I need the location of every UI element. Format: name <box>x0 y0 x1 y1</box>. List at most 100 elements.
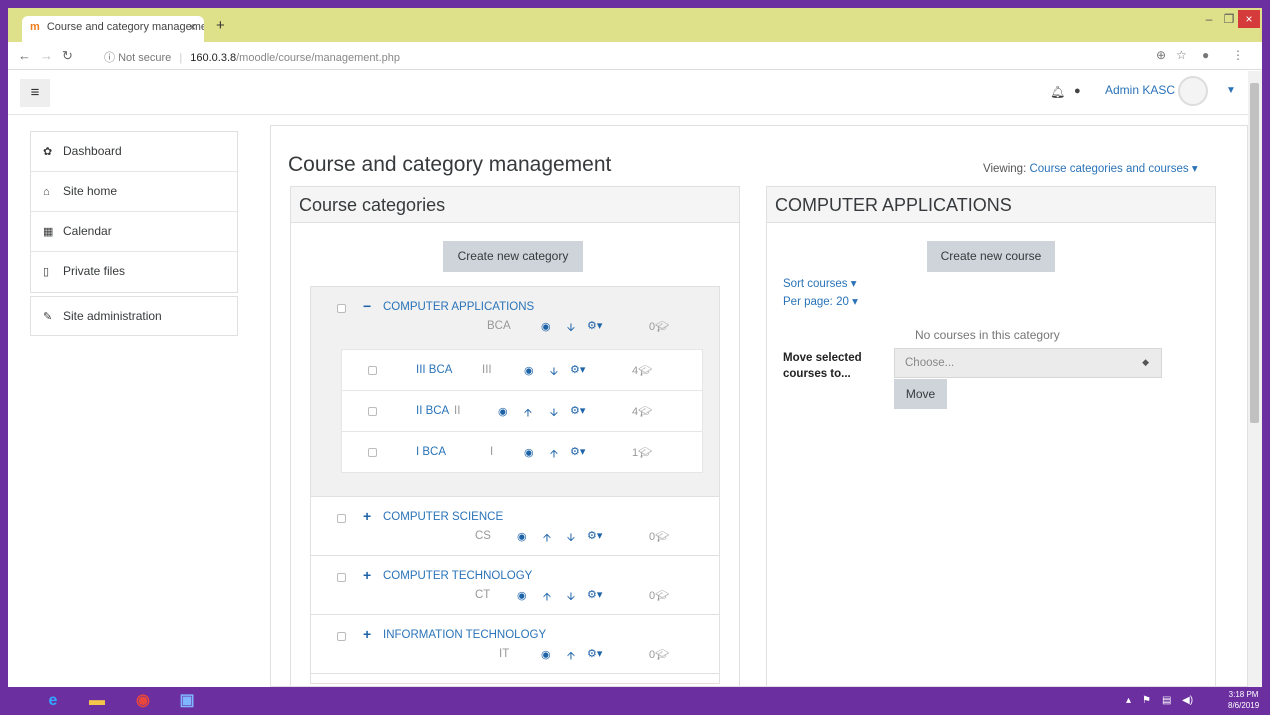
user-menu-caret-icon[interactable]: ▼ <box>1226 85 1236 96</box>
create-new-course-button[interactable]: Create new course <box>927 241 1055 272</box>
viewing-selector[interactable]: Viewing: Course categories and courses ▾ <box>983 161 1198 175</box>
left-nav-drawer: ✿ Dashboard ⌂ Site home ▦ Calendar ▯ Private… <box>30 131 238 293</box>
clock-date: 8/6/2019 <box>1228 701 1260 710</box>
url-field[interactable]: ⓘ Not secure | 160.0.3.8/moodle/course/m… <box>104 49 400 65</box>
subcategory-list: III BCA III ◉ 🡫 ⚙▾ 4🎓︎ II BCA II ◉ 🡩 🡫 ⚙… <box>341 349 703 473</box>
course-categories-heading: Course categories <box>291 187 739 223</box>
gear-icon[interactable]: ⚙▾ <box>570 445 585 458</box>
eye-icon[interactable]: ◉ <box>541 648 551 661</box>
page-scrollbar-thumb[interactable] <box>1250 83 1259 423</box>
gear-icon[interactable]: ⚙▾ <box>570 363 585 376</box>
subcategory-name[interactable]: I BCA <box>416 446 446 458</box>
eye-icon[interactable]: ◉ <box>524 446 534 459</box>
drawer-toggle-button[interactable]: ≡ <box>20 79 50 107</box>
eye-icon[interactable]: ◉ <box>524 364 534 377</box>
eye-icon[interactable]: ◉ <box>541 320 551 333</box>
arrow-up-icon[interactable]: 🡩 <box>543 588 551 607</box>
nav-item-label: Site home <box>63 184 118 198</box>
category-name[interactable]: INFORMATION TECHNOLOGY <box>383 629 546 641</box>
expand-plus-icon[interactable]: + <box>363 567 371 583</box>
profile-icon[interactable]: ● <box>1202 48 1209 62</box>
forward-icon[interactable]: → <box>40 48 53 63</box>
arrow-up-icon[interactable]: 🡩 <box>550 445 558 464</box>
subcategory-name[interactable]: III BCA <box>416 364 452 376</box>
sort-courses-dropdown[interactable]: Sort courses ▾ <box>783 276 857 290</box>
viewing-value[interactable]: Course categories and courses <box>1029 163 1188 175</box>
course-count: 0🎓︎ <box>649 530 669 543</box>
tray-volume-icon[interactable]: ◀) <box>1182 695 1193 706</box>
arrow-down-icon[interactable]: 🡫 <box>567 319 575 338</box>
subcategory-name[interactable]: II BCA <box>416 405 449 417</box>
tab-close-icon[interactable]: × <box>189 20 196 34</box>
expand-plus-icon[interactable]: + <box>363 626 371 642</box>
create-new-category-button[interactable]: Create new category <box>443 241 583 272</box>
subcategory-checkbox[interactable] <box>368 407 377 416</box>
calendar-icon: ▦ <box>43 226 54 238</box>
per-page-dropdown[interactable]: Per page: 20 ▾ <box>783 294 858 308</box>
eye-icon[interactable]: ◉ <box>517 530 527 543</box>
collapse-minus-icon[interactable]: − <box>363 298 371 314</box>
back-icon[interactable]: ← <box>18 48 31 63</box>
nav-item-site-administration[interactable]: ✎ Site administration <box>30 296 238 336</box>
arrow-down-icon[interactable]: 🡫 <box>567 588 575 607</box>
zoom-icon[interactable]: ⊕ <box>1156 48 1166 62</box>
user-name[interactable]: Admin KASC <box>1105 83 1175 97</box>
graduation-cap-icon: 🎓︎ <box>655 321 670 333</box>
category-list: − COMPUTER APPLICATIONS BCA ◉ 🡫 ⚙▾ 0🎓︎ I… <box>310 286 720 684</box>
nav-item-calendar[interactable]: ▦ Calendar <box>31 212 237 252</box>
category-checkbox[interactable] <box>337 514 346 523</box>
maximize-button[interactable]: ❐ <box>1220 10 1238 28</box>
minimize-button[interactable]: – <box>1198 10 1220 28</box>
move-button[interactable]: Move <box>894 379 947 409</box>
arrow-up-icon[interactable]: 🡩 <box>524 404 532 423</box>
close-window-button[interactable]: × <box>1238 10 1260 28</box>
move-target-select[interactable]: Choose... ◆ <box>894 348 1162 378</box>
nav-item-site-home[interactable]: ⌂ Site home <box>31 172 237 212</box>
arrow-up-icon[interactable]: 🡩 <box>543 529 551 548</box>
eye-icon[interactable]: ◉ <box>498 405 508 418</box>
category-checkbox[interactable] <box>337 304 346 313</box>
tray-network-icon[interactable]: ▤ <box>1162 695 1171 706</box>
category-name[interactable]: COMPUTER TECHNOLOGY <box>383 570 532 582</box>
arrow-down-icon[interactable]: 🡫 <box>567 529 575 548</box>
chevron-down-icon[interactable]: ▾ <box>1192 163 1198 175</box>
gear-icon[interactable]: ⚙▾ <box>570 404 585 417</box>
chrome-icon[interactable]: ◉ <box>128 689 158 713</box>
gear-icon[interactable]: ⚙▾ <box>587 588 602 601</box>
category-checkbox[interactable] <box>337 632 346 641</box>
tray-flag-icon[interactable]: ⚑ <box>1142 695 1151 706</box>
file-explorer-icon[interactable]: ▬ <box>82 689 112 713</box>
word-icon[interactable]: ▣ <box>172 689 202 713</box>
reload-icon[interactable]: ↻ <box>62 48 73 64</box>
gear-icon[interactable]: ⚙▾ <box>587 647 602 660</box>
subcategory-idnumber: III <box>482 364 492 376</box>
nav-item-dashboard[interactable]: ✿ Dashboard <box>31 132 237 172</box>
taskbar-clock[interactable]: 3:18 PM 8/6/2019 <box>1228 689 1259 711</box>
internet-explorer-icon[interactable]: e <box>38 689 68 713</box>
gear-icon[interactable]: ⚙▾ <box>587 319 602 332</box>
subcategory-checkbox[interactable] <box>368 448 377 457</box>
avatar[interactable] <box>1178 76 1208 106</box>
info-icon: ⓘ <box>104 52 119 64</box>
courses-panel-heading: COMPUTER APPLICATIONS <box>767 187 1215 223</box>
expand-plus-icon[interactable]: + <box>363 508 371 524</box>
tray-chevron-icon[interactable]: ▴ <box>1126 695 1131 706</box>
eye-icon[interactable]: ◉ <box>517 589 527 602</box>
windows-taskbar: e ▬ ◉ ▣ ▴ ⚑ ▤ ◀) 3:18 PM 8/6/2019 <box>0 687 1270 715</box>
browser-tab[interactable]: m Course and category manageme × <box>22 16 204 42</box>
notifications-bell-icon[interactable]: 🔔︎ <box>1050 85 1065 99</box>
messages-icon[interactable]: ● <box>1074 85 1081 97</box>
arrow-down-icon[interactable]: 🡫 <box>550 404 558 423</box>
subcategory-checkbox[interactable] <box>368 366 377 375</box>
arrow-up-icon[interactable]: 🡩 <box>567 647 575 666</box>
category-name[interactable]: COMPUTER APPLICATIONS <box>383 301 534 313</box>
category-name[interactable]: COMPUTER SCIENCE <box>383 511 503 523</box>
bookmark-star-icon[interactable]: ☆ <box>1176 48 1187 62</box>
nav-item-private-files[interactable]: ▯ Private files <box>31 252 237 292</box>
new-tab-button[interactable]: + <box>216 17 225 34</box>
gear-icon[interactable]: ⚙▾ <box>587 529 602 542</box>
category-checkbox[interactable] <box>337 573 346 582</box>
select-arrows-icon: ◆ <box>1142 357 1149 367</box>
browser-menu-icon[interactable]: ⋮ <box>1232 48 1244 62</box>
arrow-down-icon[interactable]: 🡫 <box>550 363 558 382</box>
